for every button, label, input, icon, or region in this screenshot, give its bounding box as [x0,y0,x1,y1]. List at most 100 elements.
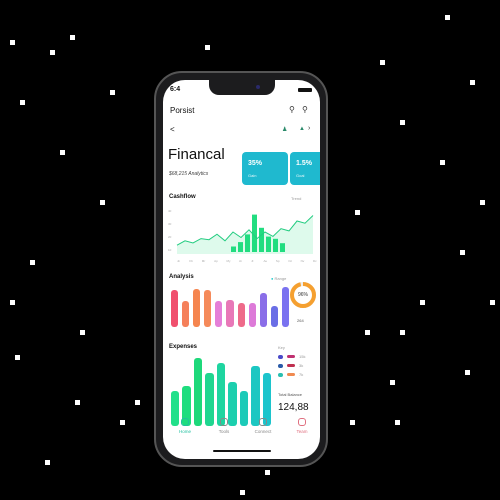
card-value: 35% [248,160,263,167]
y-tick: 30 [168,222,172,226]
camera-icon [256,85,260,89]
background-dot [265,470,270,475]
user-icon[interactable]: ♟ [282,126,287,133]
legend-title: Key [278,345,285,350]
forward-icon[interactable]: › [308,125,310,132]
background-dot [205,45,210,50]
phone-frame: 6:4 Porsist ⚲ ⚲ < ♟ ▲ › Financal $68,215… [154,71,328,467]
hero-title: Financal [168,146,225,163]
status-time: 6:4 [170,86,181,93]
background-dot [420,300,425,305]
nav-label: Team [296,429,308,434]
nav-icon [298,418,306,426]
analysis-legend: ● Range [271,276,286,281]
analysis-bars [171,285,289,327]
background-dot [135,400,140,405]
stat-card[interactable]: 1.5% Goal [290,152,320,185]
nav-item-tools[interactable]: Tools [204,418,244,434]
expenses-bars [171,356,271,426]
legend-swatch [287,364,295,367]
y-tick: 40 [168,209,172,213]
background-dot [45,460,50,465]
background-dot [110,90,115,95]
x-tick: Au [264,259,268,263]
nav-item-home[interactable]: Home [165,418,205,434]
bar [215,301,223,327]
bell-icon[interactable]: ▲ [299,126,305,132]
y-tick: 10 [168,248,172,252]
search-icon-2[interactable]: ⚲ [302,105,308,114]
legend-item: 15k [278,354,305,359]
bar [270,306,278,327]
back-button[interactable]: < [170,125,175,134]
bar [182,301,190,327]
card-value: 1.5% [296,160,312,167]
legend-item: 3k [278,363,303,368]
analysis-title: Analysis [169,274,194,280]
cashflow-title: Cashflow [169,194,196,200]
x-tick: Jn [177,259,181,263]
stat-card[interactable]: 35% Gain [242,152,288,185]
background-dot [75,400,80,405]
x-tick: Mr [202,259,206,263]
background-dot [240,490,245,495]
x-tick: Ap [214,259,218,263]
background-dot [380,60,385,65]
hero-subtitle: $68,215 Analytics [169,171,209,177]
legend-label: 15k [299,354,306,359]
background-dot [350,420,355,425]
search-icon[interactable]: ⚲ [289,105,295,114]
legend-swatch [278,363,283,368]
home-indicator [213,450,271,452]
background-dot [355,210,360,215]
background-dot [120,420,125,425]
y-tick: 20 [168,235,172,239]
nav-item-connect[interactable]: Connect [243,418,283,434]
background-dot [10,300,15,305]
legend-item: 7k [278,372,303,377]
bar [259,293,267,327]
legend-swatch [278,354,283,359]
app-title: Porsist [170,106,195,115]
legend-label: 3k [299,363,304,368]
nav-label: Connect [254,429,272,434]
bar [281,287,289,327]
x-tick: Fb [189,259,193,263]
donut-sub: 264 [297,318,304,323]
legend-label: 7k [299,372,304,377]
card-label: Goal [296,173,305,178]
background-dot [470,80,475,85]
bar [251,365,260,426]
total-value: 124,88 [278,402,309,413]
total-label: Total Balance [278,392,303,397]
background-dot [50,50,55,55]
background-dot [480,200,485,205]
bar [204,289,212,327]
x-tick: Nv [301,259,305,263]
background-dot [100,200,105,205]
expenses-title: Expenses [169,344,198,350]
nav-item-team[interactable]: Team [282,418,320,434]
nav-label: Tools [218,429,230,434]
donut-value: 96% [297,292,308,298]
legend-label: Range [274,276,287,281]
x-tick: Jl [251,259,254,263]
cashflow-trend[interactable]: Trend [291,196,301,201]
x-tick: Dc [313,259,317,263]
background-dot [445,15,450,20]
bar [216,362,226,426]
nav-icon [181,418,189,426]
background-dot [20,100,25,105]
battery-icon [298,88,312,92]
bar [193,358,203,426]
bar [248,302,256,327]
background-dot [70,35,75,40]
bar [171,289,179,327]
background-dot [465,370,470,375]
background-dot [10,40,15,45]
legend-swatch [278,372,283,377]
background-dot [400,120,405,125]
nav-icon [259,418,267,426]
x-tick: Jn [239,259,243,263]
background-dot [490,300,495,305]
